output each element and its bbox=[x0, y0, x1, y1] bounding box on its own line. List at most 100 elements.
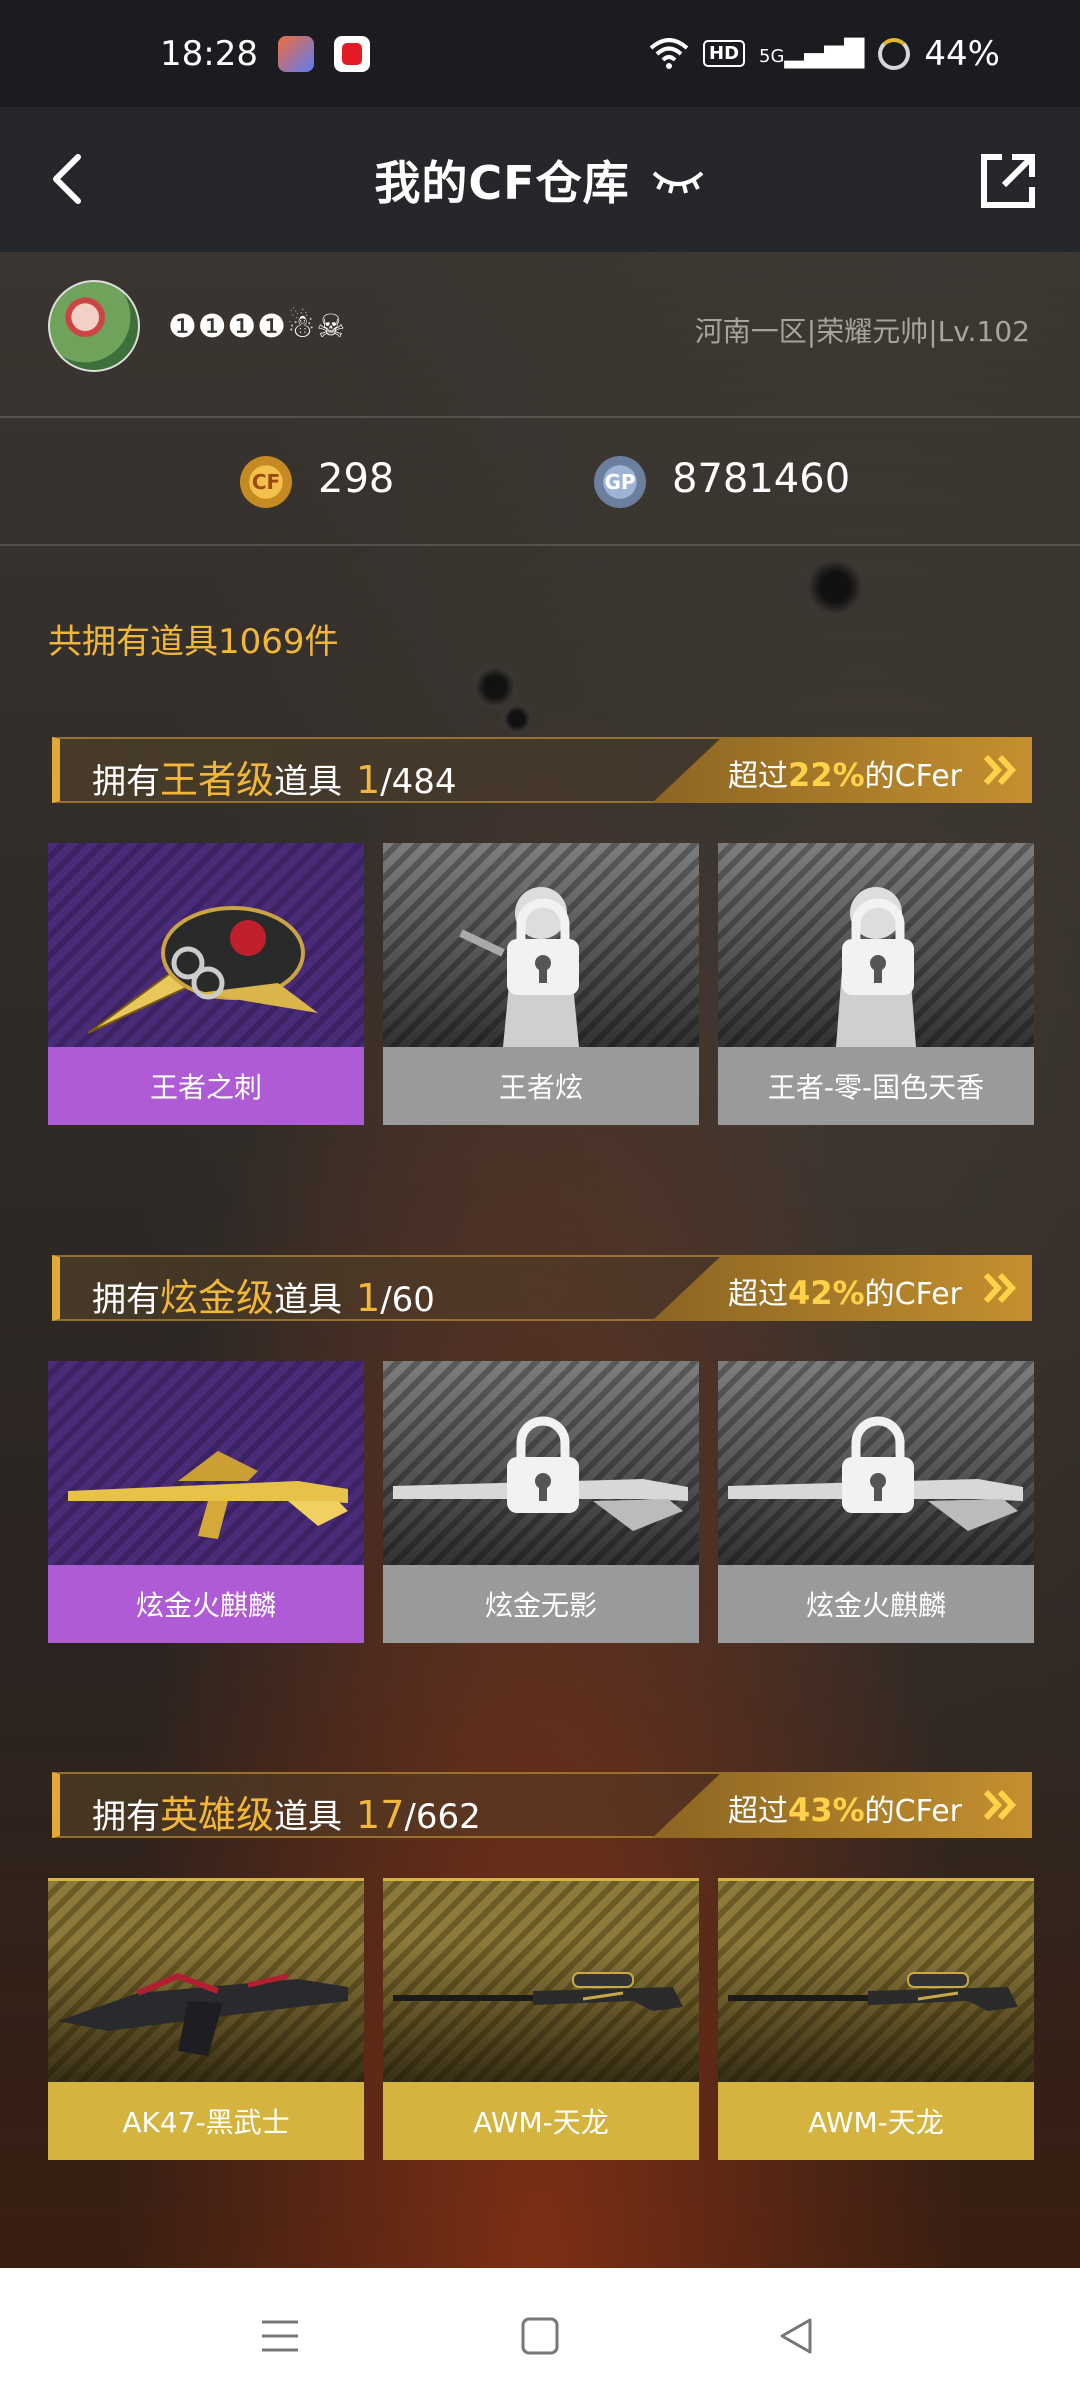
lock-icon bbox=[507, 1416, 579, 1513]
status-time: 18:28 bbox=[160, 33, 258, 74]
cf-coin-icon: CF bbox=[240, 456, 292, 508]
banner-prefix: 拥有 bbox=[92, 1280, 160, 1320]
exceed-percent: 22% bbox=[788, 756, 865, 794]
system-nav-bar bbox=[0, 2268, 1080, 2400]
exceed-text: 超过22%的CFer bbox=[728, 751, 962, 795]
banner-suffix: 道具 bbox=[274, 1280, 343, 1320]
exceed-prefix: 超过 bbox=[728, 1794, 789, 1829]
exceed-suffix: 的CFer bbox=[864, 759, 962, 794]
banner-title: 拥有炫金级道具 1/60 bbox=[92, 1267, 435, 1322]
exceed-prefix: 超过 bbox=[728, 759, 789, 794]
total-items-count: 共拥有道具1069件 bbox=[48, 622, 339, 662]
item-card-locked[interactable]: 炫金火麒麟 bbox=[718, 1361, 1034, 1643]
item-image bbox=[383, 1878, 699, 2082]
video-app-notification-icon bbox=[333, 35, 370, 72]
lock-icon bbox=[507, 898, 579, 995]
back-arrow-icon[interactable] bbox=[40, 149, 100, 209]
item-label: 炫金无影 bbox=[383, 1565, 699, 1643]
gp-points-value: 8781460 bbox=[672, 456, 851, 502]
item-image bbox=[48, 1361, 364, 1565]
item-label: AWM-天龙 bbox=[718, 2082, 1034, 2160]
back-triangle-icon[interactable] bbox=[772, 2312, 820, 2360]
exceed-percent: 42% bbox=[788, 1274, 865, 1312]
grade-name: 英雄级 bbox=[160, 1793, 275, 1837]
item-image bbox=[48, 843, 364, 1047]
total-count: /60 bbox=[380, 1280, 435, 1320]
section-banner[interactable]: 拥有英雄级道具 17/662 超过43%的CFer bbox=[52, 1772, 1032, 1838]
item-cards: AK47-黑武士 AWM-天龙 AWM-天龙 bbox=[48, 1878, 1034, 2160]
status-bar: 18:28 HD 5G▂▄▆█ 44% bbox=[0, 0, 1080, 107]
bullet-hole-decoration bbox=[500, 702, 534, 736]
exceed-suffix: 的CFer bbox=[864, 1277, 962, 1312]
double-chevron-right-icon[interactable] bbox=[982, 1271, 1018, 1305]
network-type: 5G bbox=[759, 45, 785, 67]
home-square-icon[interactable] bbox=[516, 2312, 564, 2360]
avatar[interactable] bbox=[48, 280, 140, 372]
item-image bbox=[718, 1361, 1034, 1565]
double-chevron-right-icon[interactable] bbox=[982, 753, 1018, 787]
menu-icon[interactable] bbox=[256, 2312, 304, 2360]
lock-icon bbox=[842, 1416, 914, 1513]
item-label: 王者之刺 bbox=[48, 1047, 364, 1125]
double-chevron-right-icon[interactable] bbox=[982, 1788, 1018, 1822]
item-card[interactable]: 王者之刺 bbox=[48, 843, 364, 1125]
currency-row: CF 298 GP 8781460 bbox=[0, 418, 1080, 546]
server-info: 河南一区|荣耀元帅|Lv.102 bbox=[694, 315, 1030, 348]
rifle-weapon-icon bbox=[68, 1451, 348, 1539]
exceed-prefix: 超过 bbox=[728, 1277, 789, 1312]
owned-count: 17 bbox=[356, 1793, 405, 1837]
section-banner[interactable]: 拥有炫金级道具 1/60 超过42%的CFer bbox=[52, 1255, 1032, 1321]
lock-icon bbox=[842, 898, 914, 995]
item-image bbox=[718, 1878, 1034, 2082]
wifi-icon bbox=[649, 37, 689, 69]
owned-count: 1 bbox=[356, 758, 381, 802]
sniper-rifle-icon bbox=[728, 1972, 1018, 2011]
banner-prefix: 拥有 bbox=[92, 1797, 160, 1837]
status-indicators: HD 5G▂▄▆█ 44% bbox=[649, 34, 1000, 74]
item-image bbox=[383, 1361, 699, 1565]
item-cards: 王者之刺 王者炫 王者-零-国色天香 bbox=[48, 843, 1034, 1125]
total-count: /662 bbox=[404, 1797, 481, 1837]
item-image bbox=[48, 1878, 364, 2082]
grade-name: 炫金级 bbox=[160, 1276, 275, 1320]
item-cards: 炫金火麒麟 炫金无影 炫金火麒麟 bbox=[48, 1361, 1034, 1643]
item-card-locked[interactable]: 炫金无影 bbox=[383, 1361, 699, 1643]
grade-name: 王者级 bbox=[160, 758, 275, 802]
section-banner[interactable]: 拥有王者级道具 1/484 超过22%的CFer bbox=[52, 737, 1032, 803]
banner-suffix: 道具 bbox=[274, 762, 343, 802]
item-card[interactable]: AK47-黑武士 bbox=[48, 1878, 364, 2160]
signal-icon: 5G▂▄▆█ bbox=[759, 38, 865, 69]
item-card[interactable]: 炫金火麒麟 bbox=[48, 1361, 364, 1643]
battery-saver-icon bbox=[878, 37, 911, 70]
banner-title: 拥有王者级道具 1/484 bbox=[92, 749, 457, 804]
claw-blade-weapon-icon bbox=[87, 906, 318, 1034]
item-label: 王者-零-国色天香 bbox=[718, 1047, 1034, 1125]
banner-title: 拥有英雄级道具 17/662 bbox=[92, 1784, 481, 1839]
item-card-locked[interactable]: 王者-零-国色天香 bbox=[718, 843, 1034, 1125]
owned-count: 1 bbox=[356, 1276, 381, 1320]
exceed-text: 超过43%的CFer bbox=[728, 1786, 962, 1830]
rifle-weapon-icon bbox=[58, 1972, 348, 2056]
exceed-suffix: 的CFer bbox=[864, 1794, 962, 1829]
sniper-rifle-icon bbox=[393, 1972, 683, 2011]
app-notification-icon bbox=[277, 35, 314, 72]
banner-prefix: 拥有 bbox=[92, 762, 160, 802]
battery-level: 44% bbox=[924, 33, 1000, 74]
item-card[interactable]: AWM-天龙 bbox=[383, 1878, 699, 2160]
eye-closed-icon[interactable] bbox=[650, 165, 706, 195]
share-external-icon[interactable] bbox=[976, 149, 1040, 213]
item-label: AWM-天龙 bbox=[383, 2082, 699, 2160]
item-card[interactable]: AWM-天龙 bbox=[718, 1878, 1034, 2160]
item-label: 炫金火麒麟 bbox=[48, 1565, 364, 1643]
item-card-locked[interactable]: 王者炫 bbox=[383, 843, 699, 1125]
item-label: 王者炫 bbox=[383, 1047, 699, 1125]
bullet-hole-decoration bbox=[800, 552, 870, 622]
page-title: 我的CF仓库 bbox=[374, 155, 630, 210]
item-image bbox=[383, 843, 699, 1047]
item-label: AK47-黑武士 bbox=[48, 2082, 364, 2160]
exceed-percent: 43% bbox=[788, 1791, 865, 1829]
banner-suffix: 道具 bbox=[274, 1797, 343, 1837]
cf-points-value: 298 bbox=[318, 456, 395, 502]
hd-badge: HD bbox=[703, 40, 746, 67]
profile-row: ❶❶❶❶☃☠ 河南一区|荣耀元帅|Lv.102 bbox=[0, 252, 1080, 418]
